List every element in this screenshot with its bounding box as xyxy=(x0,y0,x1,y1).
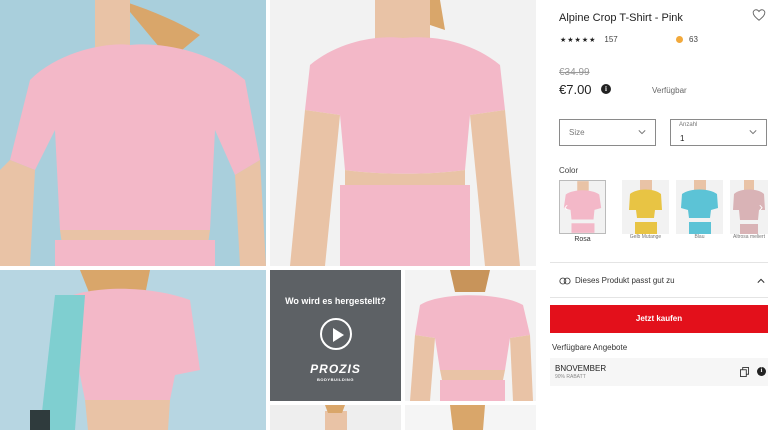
rating-count: 157 xyxy=(604,35,618,44)
price: €7.00 xyxy=(559,82,592,97)
color-swatch-label: Rosa xyxy=(574,236,591,243)
offer-item[interactable]: BNOVEMBER 90% RABATT i xyxy=(550,358,768,386)
points: 63 xyxy=(676,35,698,44)
buy-button[interactable]: Jetzt kaufen xyxy=(550,305,768,333)
heart-icon[interactable] xyxy=(752,8,766,22)
coin-icon xyxy=(676,36,683,43)
divider xyxy=(550,297,768,298)
chevron-down-icon xyxy=(638,130,646,135)
link-rings-icon xyxy=(559,277,571,284)
gallery-image-6[interactable] xyxy=(270,405,401,430)
offer-description: 90% RABATT xyxy=(555,374,586,380)
model-back-photo xyxy=(405,270,536,401)
color-swatch-label: Gelb Mutange xyxy=(629,234,662,240)
offer-code: BNOVEMBER xyxy=(555,364,607,373)
availability: Verfügbar xyxy=(652,86,687,95)
color-swatch-gelb[interactable] xyxy=(622,180,669,234)
model-front-photo xyxy=(0,0,266,266)
brand-logo: PROZIS BODYBUILDING xyxy=(310,362,361,382)
gallery-image-3[interactable] xyxy=(0,270,266,430)
gallery-image-1[interactable] xyxy=(0,0,266,266)
size-placeholder: Size xyxy=(569,128,585,137)
gallery-image-5[interactable] xyxy=(405,270,536,401)
divider xyxy=(550,262,768,263)
model-front-closeup-photo xyxy=(270,0,536,266)
chevron-right-icon[interactable]: › xyxy=(755,200,767,214)
product-title: Alpine Crop T-Shirt - Pink xyxy=(559,12,683,24)
color-label: Color xyxy=(559,166,579,175)
chevron-left-icon[interactable]: ‹ xyxy=(560,200,572,214)
star-icon: ★★★★★ xyxy=(560,36,597,44)
gallery-image-2[interactable] xyxy=(270,0,536,266)
gallery-image-7[interactable] xyxy=(405,405,536,430)
old-price: €34.99 xyxy=(559,67,590,78)
quantity-select[interactable]: Anzahl 1 xyxy=(670,119,767,146)
model-thumb-photo xyxy=(405,405,536,430)
color-swatch-blau[interactable] xyxy=(676,180,723,234)
info-icon[interactable]: i xyxy=(757,367,766,376)
swatch-image xyxy=(622,180,669,234)
copy-icon[interactable] xyxy=(740,367,749,377)
rating[interactable]: ★★★★★ 157 xyxy=(560,35,618,44)
quantity-label: Anzahl xyxy=(679,122,698,128)
color-swatch-label: Blau xyxy=(694,234,705,240)
offers-title: Verfügbare Angebote xyxy=(552,343,628,352)
swatch-image xyxy=(676,180,723,234)
quantity-value: 1 xyxy=(680,134,685,143)
chevron-up-icon[interactable] xyxy=(757,277,765,285)
points-value: 63 xyxy=(689,35,698,44)
play-icon[interactable] xyxy=(320,318,352,350)
size-select[interactable]: Size xyxy=(559,119,656,146)
model-thumb-photo xyxy=(270,405,401,430)
model-with-towel-photo xyxy=(0,270,266,430)
product-gallery: Wo wird es hergestellt? PROZIS BODYBUILD… xyxy=(0,0,540,430)
video-title: Wo wird es hergestellt? xyxy=(285,296,386,306)
product-info-panel: Alpine Crop T-Shirt - Pink ★★★★★ 157 63 … xyxy=(550,0,768,430)
video-tile[interactable]: Wo wird es hergestellt? PROZIS BODYBUILD… xyxy=(270,270,401,401)
info-icon[interactable]: i xyxy=(601,84,611,94)
color-swatch-label: Altrosa meliert xyxy=(733,234,765,240)
fit-label: Dieses Produkt passt gut zu xyxy=(575,276,675,285)
fit-accordion[interactable]: Dieses Produkt passt gut zu xyxy=(559,276,675,285)
chevron-down-icon xyxy=(749,130,757,135)
